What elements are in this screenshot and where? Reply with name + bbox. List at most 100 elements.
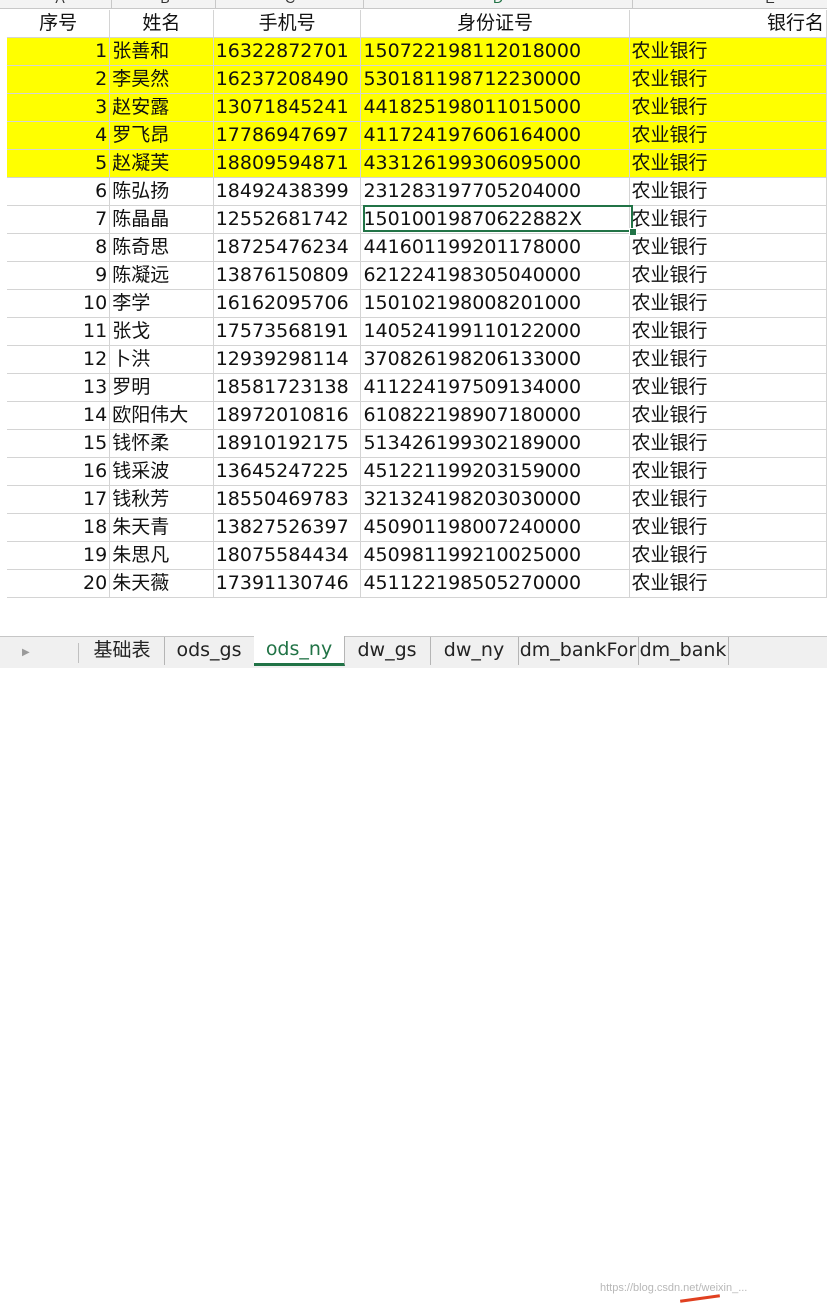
cell-name[interactable]: 李学 — [109, 289, 214, 318]
cell-phone[interactable]: 17573568191 — [213, 317, 362, 346]
cell-bank[interactable]: 农业银行 — [629, 345, 827, 374]
cell-bank[interactable]: 农业银行 — [629, 121, 827, 150]
header-cell-phone[interactable]: 手机号 — [213, 10, 362, 38]
cell-name[interactable]: 张善和 — [109, 37, 214, 66]
cell-bank[interactable]: 农业银行 — [629, 93, 827, 122]
cell-index[interactable]: 3 — [7, 93, 111, 122]
cell-index[interactable]: 13 — [7, 373, 111, 402]
cell-name[interactable]: 钱秋芳 — [109, 485, 214, 514]
cell-phone[interactable]: 13876150809 — [213, 261, 362, 290]
cell-id-number[interactable]: 451221199203159000 — [360, 457, 630, 486]
cell-index[interactable]: 8 — [7, 233, 111, 262]
cell-name[interactable]: 朱思凡 — [109, 541, 214, 570]
cell-id-number[interactable]: 411724197606164000 — [360, 121, 630, 150]
cell-phone[interactable]: 18075584434 — [213, 541, 362, 570]
cell-id-number[interactable]: 150722198112018000 — [360, 37, 630, 66]
cell-bank[interactable]: 农业银行 — [629, 401, 827, 430]
cell-name[interactable]: 钱采波 — [109, 457, 214, 486]
cell-bank[interactable]: 农业银行 — [629, 513, 827, 542]
column-header-bar[interactable]: A B C D E — [0, 0, 827, 9]
cell-index[interactable]: 10 — [7, 289, 111, 318]
spreadsheet-area[interactable]: A B C D E 序号 姓名 手机号 身份证号 银行名 1张善和1632287… — [0, 0, 827, 636]
cell-name[interactable]: 赵凝芙 — [109, 149, 214, 178]
cell-phone[interactable]: 18725476234 — [213, 233, 362, 262]
cell-bank[interactable]: 农业银行 — [629, 289, 827, 318]
cell-name[interactable]: 欧阳伟大 — [109, 401, 214, 430]
cell-name[interactable]: 陈晶晶 — [109, 205, 214, 234]
cell-id-number[interactable]: 513426199302189000 — [360, 429, 630, 458]
cell-index[interactable]: 6 — [7, 177, 111, 206]
cell-name[interactable]: 陈奇思 — [109, 233, 214, 262]
cell-id-number[interactable]: 370826198206133000 — [360, 345, 630, 374]
cell-name[interactable]: 卜洪 — [109, 345, 214, 374]
cell-phone[interactable]: 12552681742 — [213, 205, 362, 234]
column-letter-d[interactable]: D — [488, 0, 508, 8]
sheet-tab-dmbankfor[interactable]: dm_bankFor — [518, 637, 639, 665]
cell-id-number[interactable]: 411224197509134000 — [360, 373, 630, 402]
cell-bank[interactable]: 农业银行 — [629, 261, 827, 290]
cell-bank[interactable]: 农业银行 — [629, 541, 827, 570]
cell-phone[interactable]: 18492438399 — [213, 177, 362, 206]
cell-index[interactable]: 19 — [7, 541, 111, 570]
cell-name[interactable]: 赵安露 — [109, 93, 214, 122]
cell-phone[interactable]: 13827526397 — [213, 513, 362, 542]
cell-bank[interactable]: 农业银行 — [629, 317, 827, 346]
cell-name[interactable]: 钱怀柔 — [109, 429, 214, 458]
cell-name[interactable]: 朱天薇 — [109, 569, 214, 598]
cell-phone[interactable]: 13071845241 — [213, 93, 362, 122]
cell-phone[interactable]: 12939298114 — [213, 345, 362, 374]
cell-id-number[interactable]: 321324198203030000 — [360, 485, 630, 514]
cell-index[interactable]: 4 — [7, 121, 111, 150]
cell-bank[interactable]: 农业银行 — [629, 457, 827, 486]
cell-bank[interactable]: 农业银行 — [629, 149, 827, 178]
cell-name[interactable]: 张戈 — [109, 317, 214, 346]
cell-id-number[interactable]: 433126199306095000 — [360, 149, 630, 178]
header-cell-bank[interactable]: 银行名 — [629, 10, 827, 38]
cell-phone[interactable]: 18972010816 — [213, 401, 362, 430]
cell-name[interactable]: 陈弘扬 — [109, 177, 214, 206]
fill-handle[interactable] — [629, 228, 637, 236]
cell-id-number[interactable]: 140524199110122000 — [360, 317, 630, 346]
cell-name[interactable]: 罗飞昂 — [109, 121, 214, 150]
cell-phone[interactable]: 13645247225 — [213, 457, 362, 486]
cell-index[interactable]: 16 — [7, 457, 111, 486]
cell-bank[interactable]: 农业银行 — [629, 177, 827, 206]
cell-phone[interactable]: 18550469783 — [213, 485, 362, 514]
cell-phone[interactable]: 18809594871 — [213, 149, 362, 178]
cell-index[interactable]: 9 — [7, 261, 111, 290]
tab-scroll-right-icon[interactable]: ▶ — [22, 647, 30, 658]
cell-bank[interactable]: 农业银行 — [629, 485, 827, 514]
cell-bank[interactable]: 农业银行 — [629, 429, 827, 458]
cell-bank[interactable]: 农业银行 — [629, 569, 827, 598]
cell-id-number[interactable]: 450901198007240000 — [360, 513, 630, 542]
cell-index[interactable]: 14 — [7, 401, 111, 430]
cell-index[interactable]: 17 — [7, 485, 111, 514]
cell-bank[interactable]: 农业银行 — [629, 233, 827, 262]
cell-index[interactable]: 18 — [7, 513, 111, 542]
cell-index[interactable]: 20 — [7, 569, 111, 598]
cell-phone[interactable]: 16322872701 — [213, 37, 362, 66]
cell-phone[interactable]: 16237208490 — [213, 65, 362, 94]
cell-index[interactable]: 7 — [7, 205, 111, 234]
cell-id-number[interactable]: 15010019870622882X — [360, 205, 630, 234]
cell-id-number[interactable]: 451122198505270000 — [360, 569, 630, 598]
cell-bank[interactable]: 农业银行 — [629, 373, 827, 402]
column-letter-b[interactable]: B — [155, 0, 175, 8]
column-letter-c[interactable]: C — [280, 0, 300, 8]
header-cell-name[interactable]: 姓名 — [109, 10, 214, 38]
cell-name[interactable]: 罗明 — [109, 373, 214, 402]
cell-name[interactable]: 李昊然 — [109, 65, 214, 94]
cell-phone[interactable]: 18910192175 — [213, 429, 362, 458]
cell-index[interactable]: 2 — [7, 65, 111, 94]
cell-index[interactable]: 1 — [7, 37, 111, 66]
sheet-tab-dmbank[interactable]: dm_bank — [638, 637, 729, 665]
cell-index[interactable]: 15 — [7, 429, 111, 458]
cell-id-number[interactable]: 441825198011015000 — [360, 93, 630, 122]
cell-bank[interactable]: 农业银行 — [629, 205, 827, 234]
cell-index[interactable]: 11 — [7, 317, 111, 346]
cell-name[interactable]: 朱天青 — [109, 513, 214, 542]
sheet-tab-odsgs[interactable]: ods_gs — [164, 637, 255, 665]
cell-index[interactable]: 5 — [7, 149, 111, 178]
sheet-tab-dwny[interactable]: dw_ny — [430, 637, 519, 665]
cell-name[interactable]: 陈凝远 — [109, 261, 214, 290]
